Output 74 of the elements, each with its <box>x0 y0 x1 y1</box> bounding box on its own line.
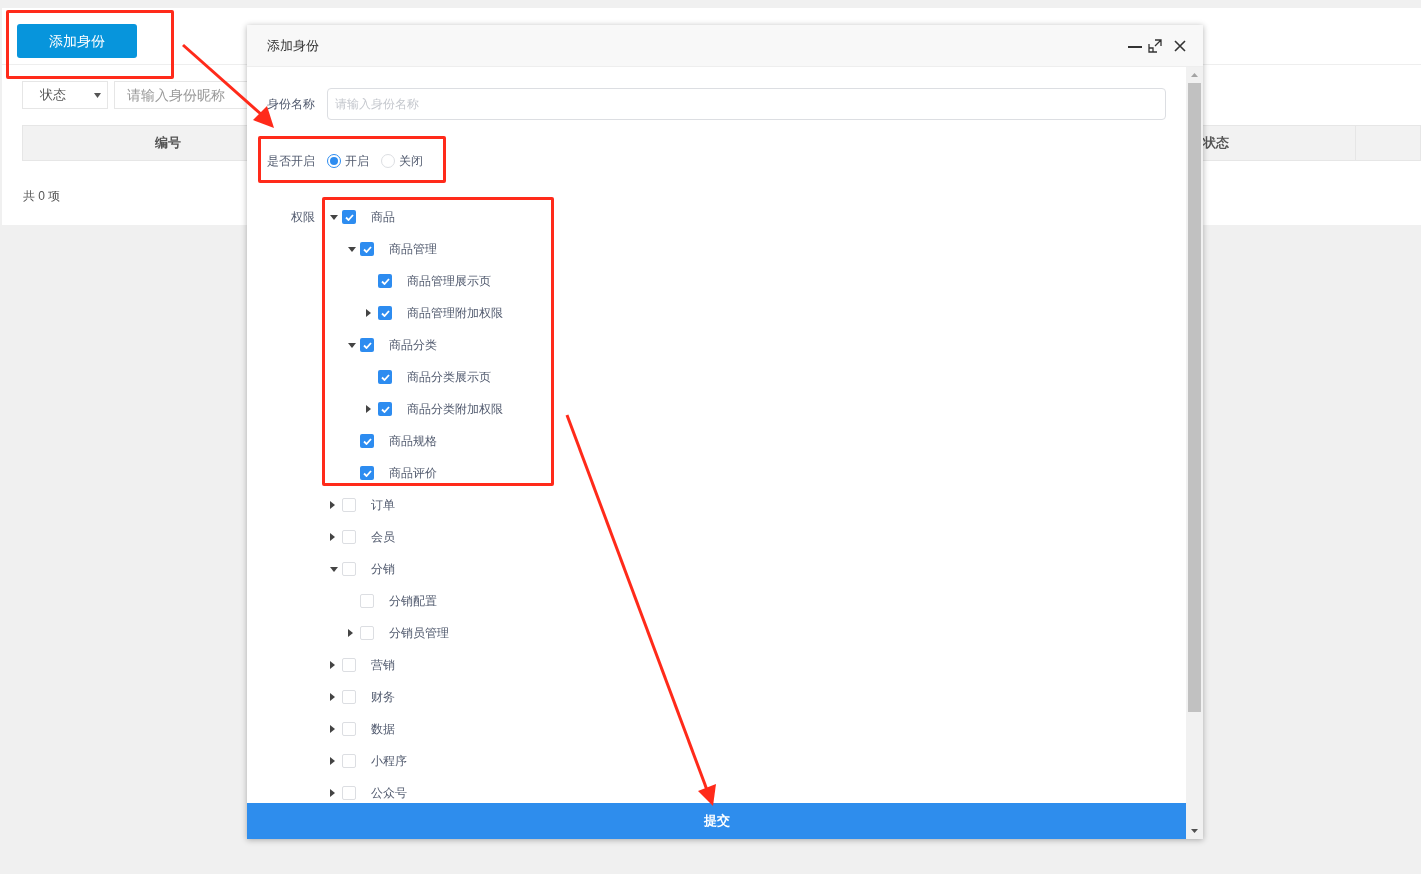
tree-item-label[interactable]: 商品管理 <box>389 240 437 258</box>
scrollbar-thumb[interactable] <box>1188 83 1201 712</box>
caret-right-icon[interactable] <box>366 309 371 317</box>
checkmark-icon <box>380 373 390 381</box>
close-icon[interactable] <box>1174 39 1186 52</box>
checkbox[interactable] <box>378 402 392 416</box>
tree-item-label[interactable]: 分销配置 <box>389 592 437 610</box>
checkmark-icon <box>380 309 390 317</box>
maximize-icon[interactable] <box>1148 38 1162 53</box>
caret-right-icon[interactable] <box>330 789 335 797</box>
checkbox[interactable] <box>360 434 374 448</box>
status-select[interactable]: 状态 <box>22 81 108 109</box>
total-count: 共 0 项 <box>23 188 61 205</box>
tree-item-label[interactable]: 商品分类展示页 <box>407 368 491 386</box>
caret-down-icon[interactable] <box>330 214 338 220</box>
checkbox[interactable] <box>342 722 356 736</box>
tree-item-label[interactable]: 商品评价 <box>389 464 437 482</box>
tree-item-label[interactable]: 商品规格 <box>389 432 437 450</box>
tree-item-label[interactable]: 公众号 <box>371 784 407 802</box>
caret-right-icon[interactable] <box>330 757 335 765</box>
radio-option[interactable]: 开启 <box>327 152 369 170</box>
checkmark-icon <box>362 341 372 349</box>
checkbox[interactable] <box>342 210 356 224</box>
caret-right-icon[interactable] <box>330 725 335 733</box>
dialog-title: 添加身份 <box>267 36 319 55</box>
tree-item-label[interactable]: 分销 <box>371 560 395 578</box>
caret-right-icon[interactable] <box>366 405 371 413</box>
checkbox[interactable] <box>342 690 356 704</box>
scrollbar[interactable] <box>1186 67 1203 839</box>
tree-item-label[interactable]: 商品管理展示页 <box>407 272 491 290</box>
caret-down-icon <box>94 92 101 98</box>
tree-item-label[interactable]: 小程序 <box>371 752 407 770</box>
tree-item-label[interactable]: 数据 <box>371 720 395 738</box>
caret-down-icon[interactable] <box>348 246 356 252</box>
checkbox[interactable] <box>342 658 356 672</box>
checkbox[interactable] <box>360 242 374 256</box>
tree-item-label[interactable]: 分销员管理 <box>389 624 449 642</box>
checkbox[interactable] <box>342 562 356 576</box>
field-label: 权限 <box>290 209 315 226</box>
checkmark-icon <box>362 469 372 477</box>
tree-item-label[interactable]: 会员 <box>371 528 395 546</box>
checkbox[interactable] <box>360 466 374 480</box>
tree-item-label[interactable]: 商品 <box>371 208 395 226</box>
radio-option[interactable]: 关闭 <box>381 152 423 170</box>
checkmark-icon <box>362 245 372 253</box>
checkmark-icon <box>380 277 390 285</box>
caret-right-icon[interactable] <box>348 629 353 637</box>
checkbox[interactable] <box>342 530 356 544</box>
checkbox[interactable] <box>342 786 356 800</box>
checkbox[interactable] <box>360 594 374 608</box>
checkbox[interactable] <box>378 274 392 288</box>
checkbox[interactable] <box>360 338 374 352</box>
checkbox[interactable] <box>360 626 374 640</box>
checkbox[interactable] <box>342 754 356 768</box>
checkmark-icon <box>380 405 390 413</box>
tree-item-label[interactable]: 商品分类 <box>389 336 437 354</box>
caret-right-icon[interactable] <box>330 533 335 541</box>
caret-down-icon[interactable] <box>330 566 338 572</box>
caret-right-icon[interactable] <box>330 661 335 669</box>
checkbox[interactable] <box>378 306 392 320</box>
caret-right-icon[interactable] <box>330 693 335 701</box>
tree-item-label[interactable]: 财务 <box>371 688 395 706</box>
tree-item-label[interactable]: 商品分类附加权限 <box>407 400 503 418</box>
checkmark-icon <box>362 437 372 445</box>
tree-item-label[interactable]: 商品管理附加权限 <box>407 304 503 322</box>
checkbox[interactable] <box>342 498 356 512</box>
checkbox[interactable] <box>378 370 392 384</box>
caret-down-icon[interactable] <box>348 342 356 348</box>
tree-item-label[interactable]: 营销 <box>371 656 395 674</box>
scroll-down-icon[interactable] <box>1191 829 1198 833</box>
tree-item-label[interactable]: 订单 <box>371 496 395 514</box>
scroll-up-icon[interactable] <box>1191 73 1198 77</box>
checkmark-icon <box>344 213 354 221</box>
caret-right-icon[interactable] <box>330 501 335 509</box>
